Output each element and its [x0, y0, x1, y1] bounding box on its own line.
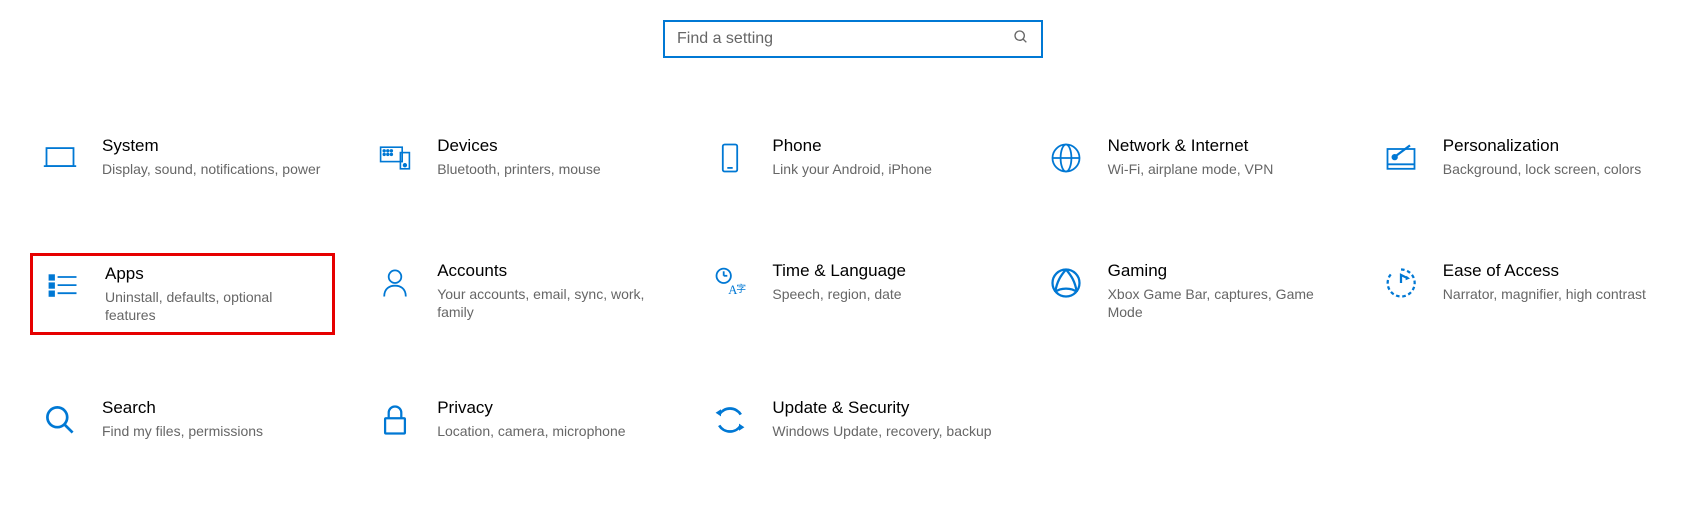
category-desc: Bluetooth, printers, mouse	[437, 160, 600, 178]
accounts-icon	[375, 263, 415, 303]
category-ease[interactable]: Ease of Access Narrator, magnifier, high…	[1371, 253, 1676, 335]
category-privacy[interactable]: Privacy Location, camera, microphone	[365, 390, 670, 460]
category-system[interactable]: System Display, sound, notifications, po…	[30, 128, 335, 198]
category-desc: Uninstall, defaults, optional features	[105, 288, 322, 324]
search-cat-icon	[40, 400, 80, 440]
network-icon	[1046, 138, 1086, 178]
category-desc: Narrator, magnifier, high contrast	[1443, 285, 1646, 303]
category-desc: Windows Update, recovery, backup	[772, 422, 991, 440]
devices-icon	[375, 138, 415, 178]
category-desc: Xbox Game Bar, captures, Game Mode	[1108, 285, 1331, 321]
category-title: Gaming	[1108, 261, 1331, 281]
category-accounts[interactable]: Accounts Your accounts, email, sync, wor…	[365, 253, 670, 335]
category-desc: Find my files, permissions	[102, 422, 263, 440]
update-icon	[710, 400, 750, 440]
category-title: Ease of Access	[1443, 261, 1646, 281]
category-desc: Background, lock screen, colors	[1443, 160, 1641, 178]
category-title: Personalization	[1443, 136, 1641, 156]
category-network[interactable]: Network & Internet Wi-Fi, airplane mode,…	[1036, 128, 1341, 198]
category-title: Devices	[437, 136, 600, 156]
category-update[interactable]: Update & Security Windows Update, recove…	[700, 390, 1005, 460]
category-time[interactable]: A 字 Time & Language Speech, region, date	[700, 253, 1005, 335]
personalization-icon	[1381, 138, 1421, 178]
category-desc: Speech, region, date	[772, 285, 906, 303]
privacy-icon	[375, 400, 415, 440]
time-icon: A 字	[710, 263, 750, 303]
category-desc: Link your Android, iPhone	[772, 160, 932, 178]
category-title: Privacy	[437, 398, 625, 418]
category-desc: Wi-Fi, airplane mode, VPN	[1108, 160, 1274, 178]
category-title: Phone	[772, 136, 932, 156]
category-title: System	[102, 136, 320, 156]
category-title: Update & Security	[772, 398, 991, 418]
phone-icon	[710, 138, 750, 178]
category-title: Apps	[105, 264, 322, 284]
category-personalization[interactable]: Personalization Background, lock screen,…	[1371, 128, 1676, 198]
category-title: Time & Language	[772, 261, 906, 281]
category-gaming[interactable]: Gaming Xbox Game Bar, captures, Game Mod…	[1036, 253, 1341, 335]
ease-icon	[1381, 263, 1421, 303]
search-box[interactable]	[663, 20, 1043, 58]
categories-grid: System Display, sound, notifications, po…	[30, 128, 1676, 460]
search-input[interactable]	[677, 30, 1013, 48]
category-phone[interactable]: Phone Link your Android, iPhone	[700, 128, 1005, 198]
category-desc: Display, sound, notifications, power	[102, 160, 320, 178]
category-title: Search	[102, 398, 263, 418]
category-title: Network & Internet	[1108, 136, 1274, 156]
search-container	[30, 20, 1676, 58]
svg-text:字: 字	[737, 282, 747, 295]
apps-icon	[43, 266, 83, 306]
system-icon	[40, 138, 80, 178]
search-icon	[1013, 29, 1029, 50]
category-search[interactable]: Search Find my files, permissions	[30, 390, 335, 460]
category-apps[interactable]: Apps Uninstall, defaults, optional featu…	[30, 253, 335, 335]
category-desc: Location, camera, microphone	[437, 422, 625, 440]
gaming-icon	[1046, 263, 1086, 303]
category-desc: Your accounts, email, sync, work, family	[437, 285, 660, 321]
category-devices[interactable]: Devices Bluetooth, printers, mouse	[365, 128, 670, 198]
category-title: Accounts	[437, 261, 660, 281]
